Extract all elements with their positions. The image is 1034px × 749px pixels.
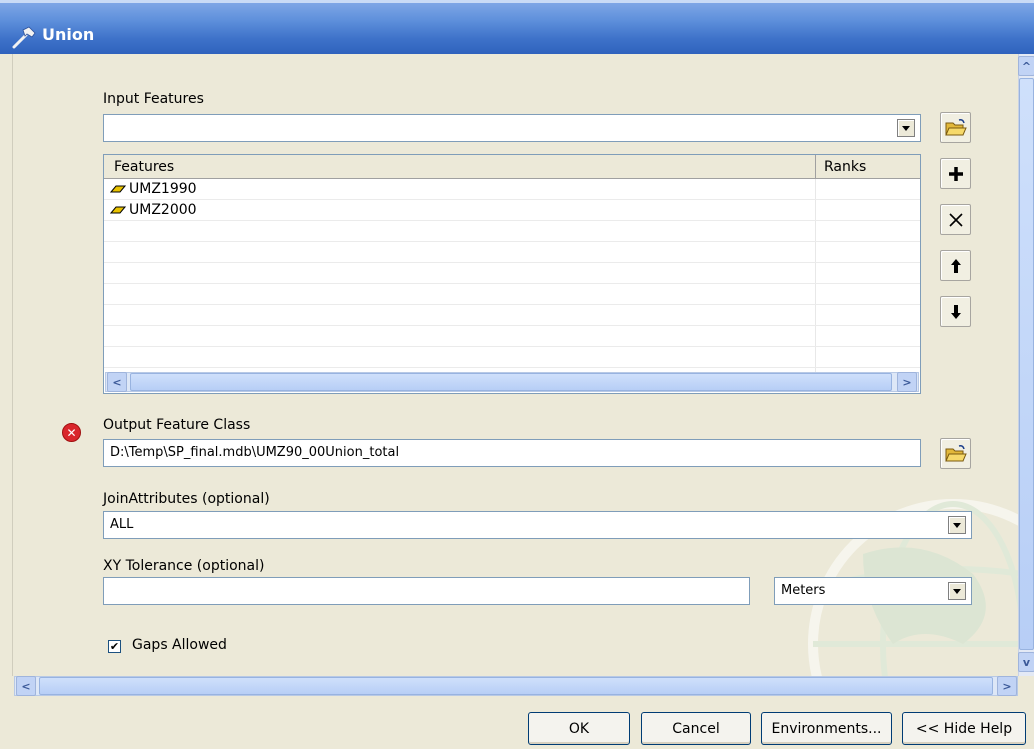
table-row[interactable]: UMZ2000 xyxy=(104,200,920,221)
output-feature-class-field[interactable]: D:\Temp\SP_final.mdb\UMZ90_00Union_total xyxy=(103,439,921,467)
remove-row-button[interactable] xyxy=(940,204,971,235)
scroll-right-icon[interactable]: > xyxy=(997,676,1017,696)
output-browse-button[interactable] xyxy=(940,438,971,469)
add-row-button[interactable] xyxy=(940,158,971,189)
xy-tolerance-input[interactable] xyxy=(103,577,750,605)
hammer-icon xyxy=(12,26,36,49)
move-up-button[interactable] xyxy=(940,250,971,281)
input-features-dropdown[interactable] xyxy=(103,114,921,142)
join-attributes-dropdown-arrow[interactable] xyxy=(948,516,966,534)
join-attributes-label: JoinAttributes (optional) xyxy=(103,491,270,507)
gaps-allowed-label: Gaps Allowed xyxy=(132,637,227,653)
table-row-empty xyxy=(104,305,920,326)
scroll-left-icon[interactable]: < xyxy=(16,676,36,696)
table-row-empty xyxy=(104,347,920,368)
move-up-icon xyxy=(950,258,961,273)
table-header: Features Ranks xyxy=(104,155,920,179)
scroll-right-icon[interactable]: > xyxy=(897,372,917,392)
feature-name: UMZ1990 xyxy=(129,181,197,197)
table-row-empty xyxy=(104,284,920,305)
table-row-empty xyxy=(104,263,920,284)
move-down-icon xyxy=(950,304,961,319)
unit-dropdown-arrow[interactable] xyxy=(948,582,966,600)
features-table: Features Ranks UMZ1990 UMZ2000 < > xyxy=(103,154,921,394)
input-features-browse-button[interactable] xyxy=(940,112,971,143)
output-feature-class-label: Output Feature Class xyxy=(103,417,251,433)
add-icon xyxy=(948,166,963,181)
join-attributes-select[interactable]: ALL xyxy=(103,511,972,539)
table-row[interactable]: UMZ1990 xyxy=(104,179,920,200)
table-row-empty xyxy=(104,242,920,263)
polygon-layer-icon xyxy=(110,206,126,214)
open-folder-icon xyxy=(944,118,967,135)
table-row-empty xyxy=(104,326,920,347)
column-header-ranks[interactable]: Ranks xyxy=(824,159,866,175)
move-down-button[interactable] xyxy=(940,296,971,327)
open-folder-icon xyxy=(944,444,967,461)
scroll-up-icon[interactable]: ^ xyxy=(1018,56,1034,76)
environments-button[interactable]: Environments... xyxy=(761,712,892,745)
table-scroll-thumb[interactable] xyxy=(130,373,892,391)
error-icon: ✕ xyxy=(62,423,81,442)
xy-tolerance-unit-select[interactable]: Meters xyxy=(774,577,972,605)
panel-scroll-thumb[interactable] xyxy=(1019,78,1034,650)
table-horizontal-scrollbar[interactable]: < > xyxy=(105,372,919,392)
panel-hscroll-thumb[interactable] xyxy=(39,677,993,695)
scroll-down-icon[interactable]: v xyxy=(1018,652,1034,672)
column-header-features[interactable]: Features xyxy=(114,159,174,175)
panel-horizontal-scrollbar[interactable]: < > xyxy=(14,676,1018,696)
table-row-empty xyxy=(104,221,920,242)
feature-name: UMZ2000 xyxy=(129,202,197,218)
cancel-button[interactable]: Cancel xyxy=(641,712,751,745)
hide-help-button[interactable]: << Hide Help xyxy=(902,712,1026,745)
title-bar: Union xyxy=(0,0,1034,54)
polygon-layer-icon xyxy=(110,185,126,193)
scroll-left-icon[interactable]: < xyxy=(107,372,127,392)
panel-vertical-scrollbar[interactable]: ^ v xyxy=(1018,54,1034,676)
xy-tolerance-label: XY Tolerance (optional) xyxy=(103,558,265,574)
input-features-label: Input Features xyxy=(103,91,204,107)
ok-button[interactable]: OK xyxy=(528,712,630,745)
window-title: Union xyxy=(42,25,95,44)
remove-icon xyxy=(948,212,963,227)
input-features-dropdown-arrow[interactable] xyxy=(897,119,915,137)
gaps-allowed-checkbox[interactable]: ✔ xyxy=(108,640,121,653)
